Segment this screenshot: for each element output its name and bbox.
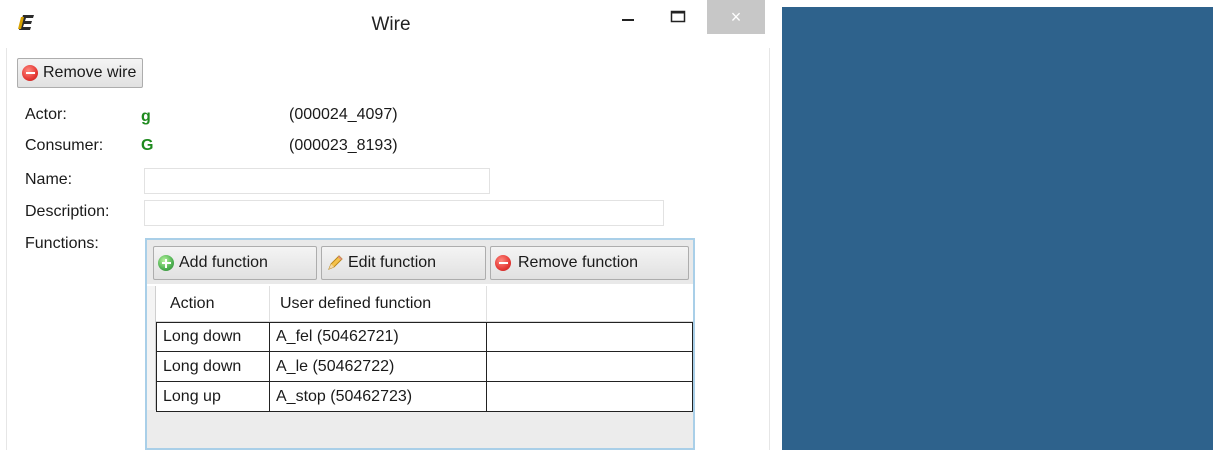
table-cell-function[interactable]: A_fel (50462721) xyxy=(270,322,487,352)
column-header-user-defined-function[interactable]: User defined function xyxy=(270,286,487,322)
table-cell-action[interactable]: Long up xyxy=(156,382,270,412)
name-input[interactable] xyxy=(144,168,490,194)
add-circle-icon xyxy=(158,255,174,271)
remove-function-button[interactable]: Remove function xyxy=(490,246,689,280)
consumer-id: (000023_8193) xyxy=(289,137,398,154)
column-header-action[interactable]: Action xyxy=(156,286,270,322)
remove-function-label: Remove function xyxy=(518,254,639,271)
wire-window: Wire × Remove wire Actor: g (000024_4097… xyxy=(0,0,782,450)
table-cell-empty[interactable] xyxy=(487,322,693,352)
row-header-strip xyxy=(147,286,156,410)
pencil-icon xyxy=(326,254,344,272)
description-label: Description: xyxy=(25,203,110,220)
functions-panel: Add function Edit function Remove functi xyxy=(145,238,695,450)
remove-circle-icon xyxy=(22,65,38,81)
add-function-label: Add function xyxy=(179,254,268,271)
remove-circle-icon xyxy=(495,255,511,271)
functions-grid[interactable]: Action User defined function Long down A… xyxy=(147,286,693,448)
actor-value: g xyxy=(141,108,151,125)
minimize-icon xyxy=(622,19,634,21)
close-button[interactable]: × xyxy=(707,0,765,34)
table-cell-empty[interactable] xyxy=(487,352,693,382)
column-header-filler xyxy=(487,286,693,322)
remove-wire-label: Remove wire xyxy=(43,64,137,81)
table-cell-action[interactable]: Long down xyxy=(156,322,270,352)
window-content: Remove wire Actor: g (000024_4097) Consu… xyxy=(6,48,770,450)
remove-wire-button[interactable]: Remove wire xyxy=(17,58,144,88)
edit-function-button[interactable]: Edit function xyxy=(321,246,486,280)
add-function-button[interactable]: Add function xyxy=(153,246,317,280)
table-cell-empty[interactable] xyxy=(487,382,693,412)
consumer-label: Consumer: xyxy=(25,137,104,154)
table-cell-function[interactable]: A_le (50462722) xyxy=(270,352,487,382)
actor-label: Actor: xyxy=(25,106,67,123)
close-icon: × xyxy=(730,6,742,27)
table-cell-action[interactable]: Long down xyxy=(156,352,270,382)
background-panel xyxy=(782,7,1213,450)
functions-toolbar: Add function Edit function Remove functi xyxy=(147,240,693,284)
edit-function-label: Edit function xyxy=(348,254,437,271)
functions-label: Functions: xyxy=(25,235,99,252)
title-bar[interactable]: Wire × xyxy=(0,0,782,50)
consumer-value: G xyxy=(141,137,154,154)
maximize-icon xyxy=(670,10,686,23)
table-cell-function[interactable]: A_stop (50462723) xyxy=(270,382,487,412)
description-input[interactable] xyxy=(144,200,664,226)
minimize-button[interactable] xyxy=(608,0,648,34)
name-label: Name: xyxy=(25,171,73,188)
maximize-button[interactable] xyxy=(656,0,700,34)
actor-id: (000024_4097) xyxy=(289,106,398,123)
